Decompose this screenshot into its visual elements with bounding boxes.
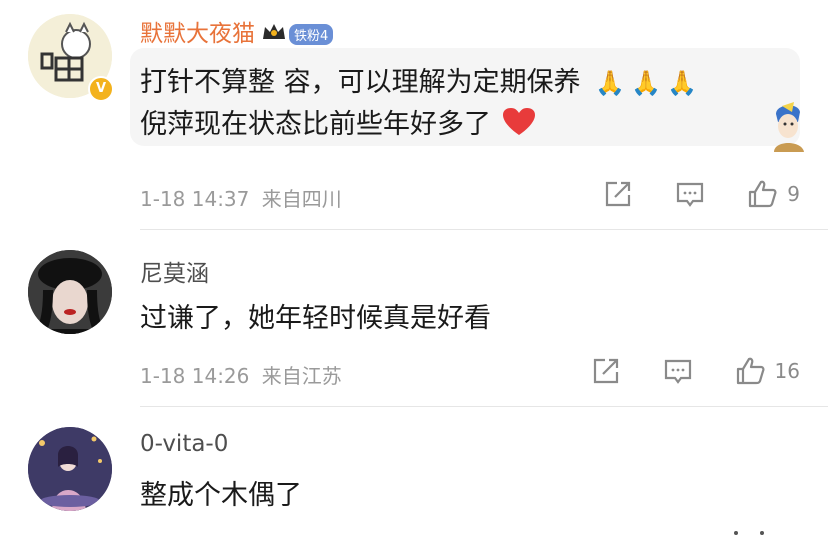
comment-icon	[664, 359, 691, 384]
comment-time: 1-18 14:26	[140, 364, 250, 388]
avatar[interactable]	[28, 250, 112, 334]
comment-text-line-1: 打针不算整 容，可以理解为定期保养 🙏 🙏 🙏	[140, 60, 697, 99]
comment-text-line-2: 倪萍现在状态比前些年好多了	[140, 102, 536, 144]
thumbs-up-icon	[736, 357, 765, 385]
comment-text: 整成个木偶了	[140, 480, 302, 511]
comment-meta: 1-18 14:37 来自四川	[140, 183, 342, 212]
share-button[interactable]	[591, 356, 621, 386]
username-text[interactable]: 默默大夜猫	[140, 21, 255, 47]
like-button[interactable]: 9	[747, 178, 800, 210]
sticker-girl-with-pearl	[768, 100, 812, 156]
username[interactable]: 0-vita-0	[140, 431, 228, 457]
crown-icon	[261, 21, 287, 49]
reply-button[interactable]	[663, 356, 693, 386]
username[interactable]: 默默大夜猫 铁粉4	[140, 14, 334, 49]
prayer-emoji: 🙏	[631, 69, 661, 97]
comment-item: 0-vita-0 整成个木偶了	[0, 407, 828, 535]
comment-text: 过谦了，她年轻时候真是好看	[140, 303, 491, 334]
thumbs-up-icon	[749, 180, 777, 208]
prayer-emoji: 🙏	[595, 69, 626, 97]
comment-actions: 16	[549, 355, 800, 387]
verified-badge-icon: V	[88, 76, 114, 102]
comment-location: 来自四川	[261, 187, 342, 211]
more-dots	[734, 531, 794, 535]
comment-time: 1-18 14:37	[140, 187, 250, 211]
like-button[interactable]: 16	[735, 355, 800, 387]
comment-icon	[677, 182, 704, 207]
comment-location: 来自江苏	[261, 364, 342, 388]
comment-actions: 9	[561, 178, 800, 210]
like-count: 16	[774, 359, 800, 383]
comment-item: 尼莫涵 过谦了，她年轻时候真是好看 1-18 14:26 来自江苏 16	[0, 230, 828, 407]
share-icon	[606, 181, 631, 207]
prayer-emoji: 🙏	[666, 69, 697, 97]
share-button[interactable]	[603, 179, 633, 209]
heart-emoji	[502, 107, 536, 144]
comment-meta: 1-18 14:26 来自江苏	[140, 360, 342, 389]
fan-badge: 铁粉4	[289, 24, 334, 45]
share-icon	[593, 358, 618, 384]
comment-item: V 默默大夜猫 铁粉4 打针不算整 容，可以理解为定期保养 🙏 🙏 🙏 倪萍现在状态比…	[0, 0, 828, 230]
reply-button[interactable]	[675, 179, 705, 209]
like-count: 9	[787, 182, 800, 206]
comment-text: 打针不算整 容，可以理解为定期保养	[140, 67, 581, 98]
avatar[interactable]	[28, 427, 112, 511]
username[interactable]: 尼莫涵	[140, 254, 209, 288]
comment-text: 倪萍现在状态比前些年好多了	[140, 109, 491, 140]
